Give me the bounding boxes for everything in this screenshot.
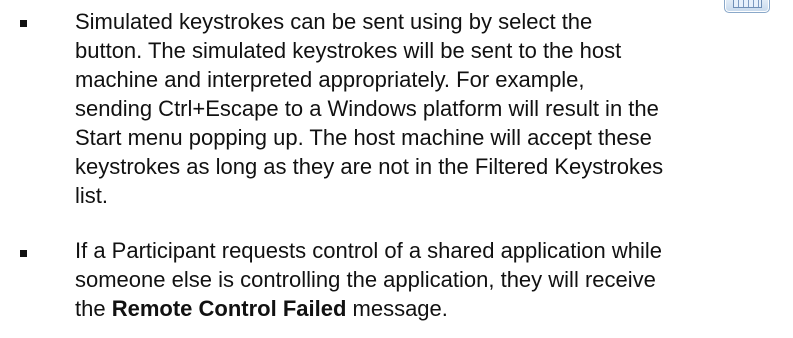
- remote-control-failed-emphasis: Remote Control Failed: [111, 296, 347, 321]
- text-line: keystrokes as long as they are not in th…: [75, 154, 664, 179]
- bullet-marker: [20, 20, 27, 27]
- text-line: button. The simulated keystrokes will be…: [75, 38, 622, 63]
- text-line: sending Ctrl+Escape to a Windows platfor…: [75, 96, 659, 121]
- text-line: someone else is controlling the applicat…: [75, 267, 656, 292]
- text-line: Simulated keystrokes can be sent using b…: [75, 9, 593, 34]
- text-line: list.: [75, 183, 108, 208]
- keyboard-icon: [724, 0, 770, 13]
- bullet-text-simulated-keystrokes: Simulated keystrokes can be sent using b…: [75, 7, 781, 210]
- keyboard-keys-icon: [733, 0, 762, 8]
- text-line: If a Participant requests control of a s…: [75, 238, 662, 263]
- text-prefix: the: [75, 296, 112, 321]
- bullet-text-remote-control-failed: If a Participant requests control of a s…: [75, 236, 781, 323]
- document-page: Simulated keystrokes can be sent using b…: [0, 0, 793, 338]
- text-line: machine and interpreted appropriately. F…: [75, 67, 585, 92]
- text-line: Start menu popping up. The host machine …: [75, 125, 652, 150]
- text-suffix: message.: [346, 296, 448, 321]
- bullet-marker: [20, 250, 27, 257]
